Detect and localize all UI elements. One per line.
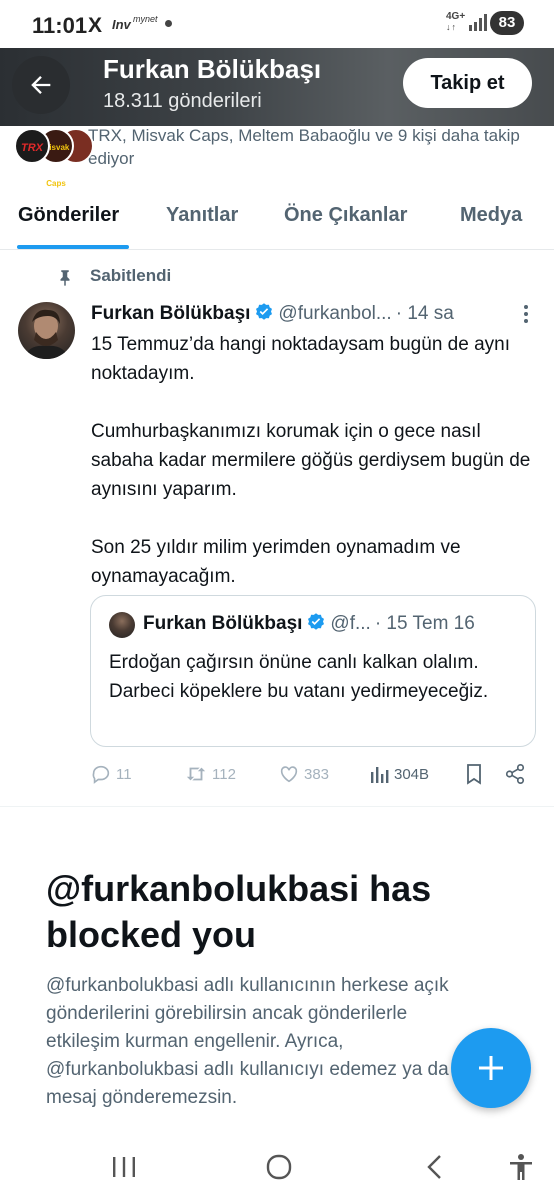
tweet-paragraph: 15 Temmuz’da hangi noktadaysam bugün de … xyxy=(91,334,510,384)
post-count: 18.311 gönderileri xyxy=(103,90,262,112)
divider xyxy=(0,806,554,807)
profile-header: Furkan Bölükbaşı 18.311 gönderileri Taki… xyxy=(0,48,554,126)
profile-tabs: Gönderiler Yanıtlar Öne Çıkanlar Medya xyxy=(0,190,554,250)
recent-apps-button[interactable] xyxy=(107,1150,141,1184)
compose-button[interactable] xyxy=(451,1028,531,1108)
repost-icon xyxy=(186,767,206,781)
tweet-text: 15 Temmuz’da hangi noktadaysam bugün de … xyxy=(91,330,539,620)
reply-button[interactable]: 11 xyxy=(90,760,132,788)
views-button[interactable]: 304B xyxy=(370,760,429,788)
quote-handle: @f... xyxy=(330,613,371,634)
followers-you-know[interactable]: TRX Misvak Caps TRX, Misvak Caps, Meltem… xyxy=(14,124,544,188)
quoted-tweet[interactable]: Furkan Bölükbaşı @f... · 15 Tem 16 Erdoğan… xyxy=(90,595,536,747)
quote-header: Furkan Bölükbaşı @f... · 15 Tem 16 xyxy=(143,612,475,635)
avatar-photo xyxy=(24,309,69,359)
tweet-handle[interactable]: @furkanbol... xyxy=(278,303,391,324)
verified-badge-icon xyxy=(308,613,325,630)
bookmark-button[interactable] xyxy=(464,760,488,788)
tab-highlights[interactable]: Öne Çıkanlar xyxy=(284,204,407,227)
follower-avatar-trx: TRX xyxy=(14,128,50,164)
followers-text: TRX, Misvak Caps, Meltem Babaoğlu ve 9 k… xyxy=(88,126,520,168)
tweet-paragraph: Son 25 yıldır milim yerimden oynamadım v… xyxy=(91,537,461,587)
inv-app-icon: Inv xyxy=(112,17,131,32)
tweet-header: Furkan Bölükbaşı @furkanbol... · 14 sa xyxy=(91,302,541,328)
accessibility-icon xyxy=(510,1154,532,1180)
verified-badge-icon xyxy=(256,303,273,320)
active-tab-indicator xyxy=(17,245,129,249)
bookmark-icon xyxy=(467,764,481,785)
views-count: 304B xyxy=(394,765,430,783)
tweet-time[interactable]: · 14 sa xyxy=(396,303,454,324)
back-button[interactable] xyxy=(12,56,70,114)
pin-icon xyxy=(60,270,70,286)
tweet-actions: 11 112 383 304B xyxy=(90,760,536,788)
quote-time: · 15 Tem 16 xyxy=(374,613,475,634)
mynet-app-icon: mynet xyxy=(133,14,158,24)
status-time: 11:01 xyxy=(32,13,88,38)
quote-text: Erdoğan çağırsın önüne canlı kalkan olal… xyxy=(109,652,489,702)
pinned-text: Sabitlendi xyxy=(90,266,172,285)
reply-icon xyxy=(92,765,110,784)
notification-dot-icon xyxy=(165,20,172,27)
tweet-paragraph: Cumhurbaşkanımızı korumak için o gece na… xyxy=(91,421,531,500)
more-options-icon[interactable] xyxy=(517,303,535,325)
network-indicator: 4G+ ↓↑ xyxy=(446,11,466,33)
chevron-left-icon xyxy=(427,1155,441,1179)
home-circle-icon xyxy=(266,1154,292,1180)
tweet-author-name[interactable]: Furkan Bölükbaşı xyxy=(91,303,250,324)
blocked-description: @furkanbolukbasi adlı kullanıcının herke… xyxy=(46,975,486,1108)
follow-button[interactable]: Takip et xyxy=(403,58,532,108)
tweet-author-avatar[interactable] xyxy=(18,302,75,359)
tab-posts[interactable]: Gönderiler xyxy=(18,204,119,227)
arrow-left-icon xyxy=(31,76,51,94)
header-name: Furkan Bölükbaşı xyxy=(103,54,322,84)
plus-icon xyxy=(479,1056,503,1080)
home-button[interactable] xyxy=(262,1150,296,1184)
x-app-icon: X xyxy=(88,14,103,37)
like-button[interactable]: 383 xyxy=(278,760,329,788)
quote-author-avatar xyxy=(109,612,135,638)
quote-author-name: Furkan Bölükbaşı xyxy=(143,613,303,634)
signal-icon xyxy=(469,14,487,31)
like-count: 383 xyxy=(304,765,330,783)
back-nav-button[interactable] xyxy=(418,1150,452,1184)
system-nav-bar xyxy=(0,1136,554,1200)
heart-icon xyxy=(280,766,298,783)
accessibility-button[interactable] xyxy=(504,1150,538,1184)
recent-apps-icon xyxy=(113,1157,135,1177)
share-button[interactable] xyxy=(504,760,530,788)
status-bar: 11:01 X Inv mynet 4G+ ↓↑ 83 xyxy=(0,0,554,48)
blocked-title: @furkanbolukbasi has blocked you xyxy=(46,868,432,955)
tab-replies[interactable]: Yanıtlar xyxy=(166,204,238,227)
reply-count: 11 xyxy=(116,765,132,783)
views-chart-icon xyxy=(371,767,389,783)
tab-media[interactable]: Medya xyxy=(460,204,522,227)
share-icon xyxy=(505,764,525,784)
repost-count: 112 xyxy=(212,765,236,783)
repost-button[interactable]: 112 xyxy=(184,760,236,788)
battery-icon: 83 xyxy=(490,11,524,35)
